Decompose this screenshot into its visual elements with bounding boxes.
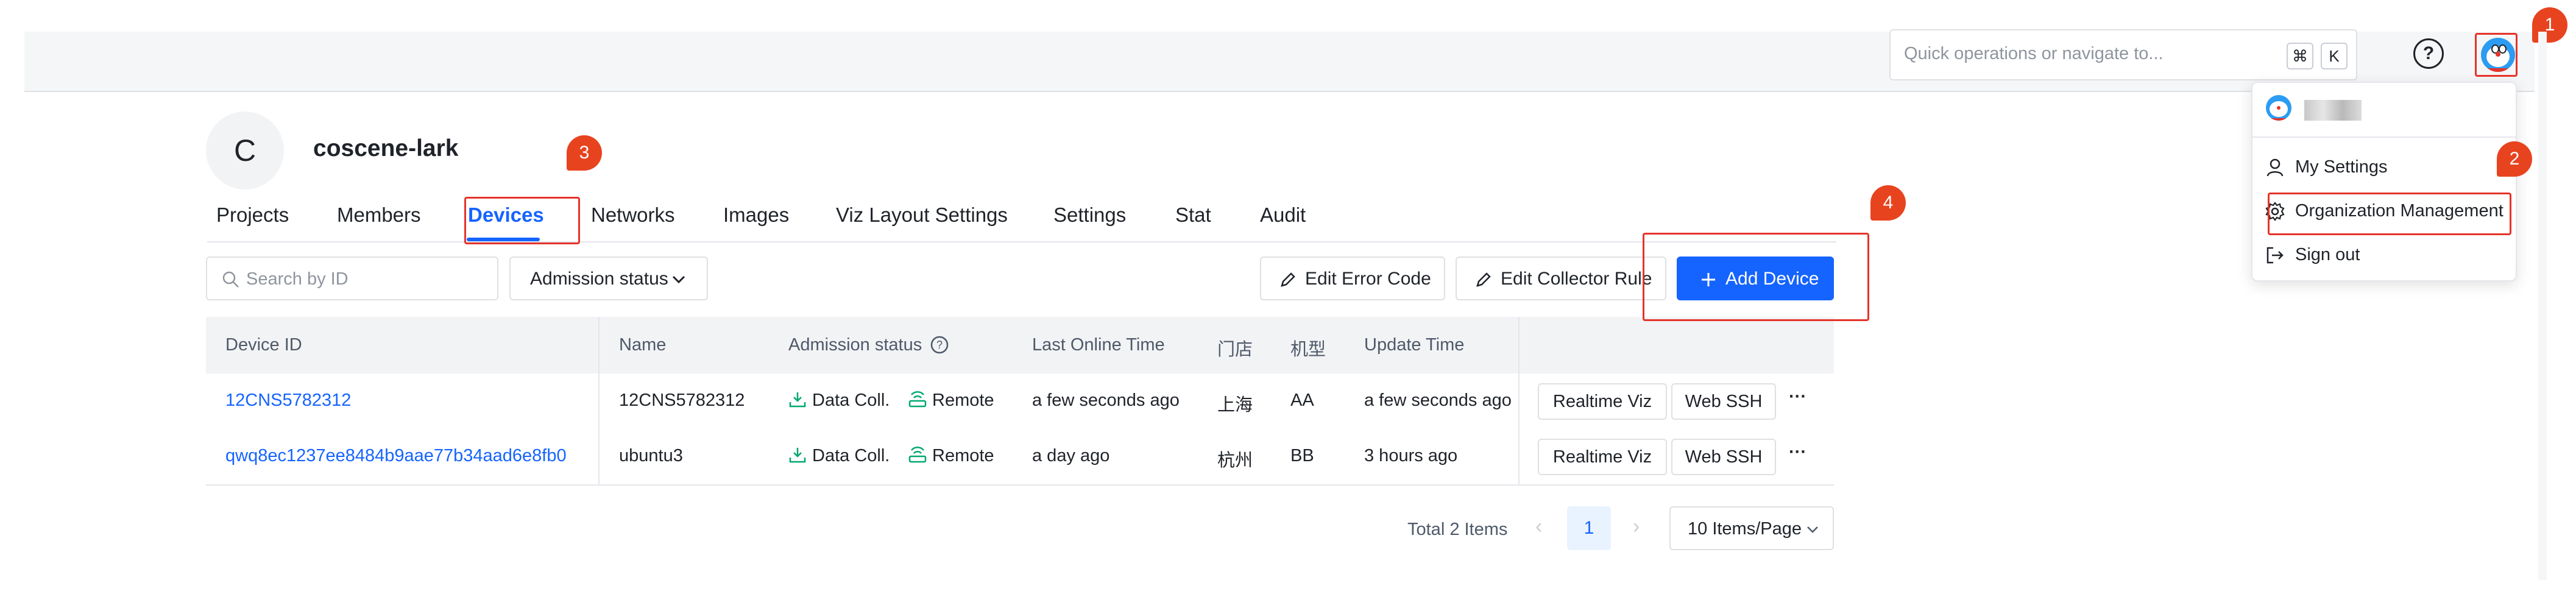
user-icon — [2266, 158, 2284, 177]
blurred-username — [2304, 100, 2362, 121]
more-options-icon[interactable]: ··· — [1789, 442, 1806, 462]
tab-viz-layout-settings[interactable]: Viz Layout Settings — [836, 203, 1008, 227]
quick-search-placeholder: Quick operations or navigate to... — [1904, 44, 2164, 63]
last-online-time: a day ago — [1032, 446, 1110, 465]
status-data-collection: Data Coll. — [812, 391, 890, 410]
data-collection-icon — [789, 392, 806, 408]
tab-audit[interactable]: Audit — [1260, 203, 1306, 227]
annotation-badge: 2 — [2497, 141, 2532, 177]
column-header-store: 门店 — [1217, 340, 1253, 359]
status-data-collection: Data Coll. — [812, 446, 890, 465]
chevron-down-icon — [1807, 526, 1818, 533]
store-value: 杭州 — [1217, 451, 1253, 470]
tab-members[interactable]: Members — [337, 203, 421, 227]
device-name: ubuntu3 — [619, 446, 683, 465]
remote-icon — [908, 391, 927, 408]
scrollbar-track — [2538, 32, 2547, 580]
search-placeholder: Search by ID — [246, 269, 349, 289]
k-key-hint: K — [2321, 43, 2348, 69]
app-page: Quick operations or navigate to... ⌘ K ?… — [0, 0, 2576, 605]
search-icon — [222, 271, 239, 288]
table-row: 12CNS5782312 12CNS5782312 Data Coll. Rem… — [206, 373, 1834, 430]
store-value: 上海 — [1217, 395, 1253, 415]
edit-icon — [1281, 272, 1295, 287]
realtime-viz-button[interactable]: Realtime Viz — [1538, 383, 1667, 420]
menu-divider — [2252, 136, 2516, 138]
remote-icon — [908, 447, 927, 463]
user-menu: My Settings Organization Management Sign… — [2251, 82, 2517, 281]
edit-collector-rule-label: Edit Collector Rule — [1501, 269, 1652, 289]
tab-images[interactable]: Images — [723, 203, 789, 227]
tab-stat[interactable]: Stat — [1175, 203, 1211, 227]
annotation-highlight-devices-tab — [464, 197, 580, 244]
page-number-button[interactable]: 1 — [1567, 506, 1611, 550]
menu-user-avatar — [2266, 95, 2291, 121]
edit-collector-rule-button[interactable]: Edit Collector Rule — [1456, 257, 1666, 300]
annotation-badge: 3 — [567, 135, 602, 171]
annotation-badge: 4 — [1870, 185, 1906, 221]
column-header-update-time: Update Time — [1364, 335, 1465, 355]
info-icon[interactable]: ? — [930, 335, 949, 355]
svg-text:?: ? — [936, 339, 943, 351]
column-separator — [598, 317, 600, 484]
realtime-viz-button[interactable]: Realtime Viz — [1538, 439, 1667, 475]
web-ssh-button[interactable]: Web SSH — [1671, 383, 1776, 420]
tabs-divider — [207, 241, 1836, 242]
admission-status-filter[interactable]: Admission status — [509, 257, 708, 300]
annotation-highlight-add-device — [1643, 233, 1869, 321]
model-value: AA — [1290, 391, 1314, 410]
tab-networks[interactable]: Networks — [591, 203, 675, 227]
last-online-time: a few seconds ago — [1032, 391, 1180, 410]
column-header-admission-status: Admission status — [788, 335, 922, 355]
menu-label-my-settings: My Settings — [2295, 157, 2388, 177]
column-header-device-id: Device ID — [225, 335, 302, 355]
tab-settings[interactable]: Settings — [1053, 203, 1126, 227]
device-search-input[interactable]: Search by ID — [206, 257, 498, 300]
annotation-highlight-avatar — [2475, 33, 2518, 77]
org-name: coscene-lark — [313, 135, 459, 161]
org-avatar: C — [206, 111, 284, 189]
menu-item-my-settings[interactable]: My Settings — [2252, 146, 2516, 189]
menu-label-sign-out: Sign out — [2295, 245, 2360, 264]
status-remote: Remote — [932, 446, 994, 465]
edit-error-code-button[interactable]: Edit Error Code — [1260, 257, 1445, 300]
quick-search-input[interactable]: Quick operations or navigate to... ⌘ K — [1889, 29, 2357, 80]
update-time: 3 hours ago — [1364, 446, 1458, 465]
more-options-icon[interactable]: ··· — [1789, 387, 1806, 407]
menu-item-sign-out[interactable]: Sign out — [2252, 234, 2516, 277]
annotation-badge: 1 — [2532, 7, 2567, 43]
column-header-last-online-time: Last Online Time — [1032, 335, 1165, 355]
page-size-select[interactable]: 10 Items/Page — [1669, 506, 1834, 550]
prev-page-button[interactable]: ‹ — [1535, 515, 1542, 539]
help-icon[interactable]: ? — [2413, 38, 2444, 69]
annotation-highlight-organization-management — [2268, 193, 2511, 235]
model-value: BB — [1290, 446, 1314, 465]
page-size-label: 10 Items/Page — [1688, 519, 1802, 539]
device-id-link[interactable]: qwq8ec1237ee8484b9aae77b34aad6e8fb0 — [225, 446, 567, 466]
edit-icon — [1476, 272, 1491, 287]
admission-filter-label: Admission status — [530, 269, 668, 289]
edit-error-code-label: Edit Error Code — [1305, 269, 1431, 289]
column-header-model: 机型 — [1290, 340, 1326, 359]
command-key-icon: ⌘ — [2287, 43, 2313, 69]
logout-icon — [2266, 247, 2284, 264]
data-collection-icon — [789, 448, 806, 463]
next-page-button[interactable]: › — [1633, 515, 1640, 539]
device-id-link[interactable]: 12CNS5782312 — [225, 391, 351, 411]
tab-projects[interactable]: Projects — [216, 203, 289, 227]
pagination-total: Total 2 Items — [1407, 520, 1508, 539]
column-header-name: Name — [619, 335, 667, 355]
update-time: a few seconds ago — [1364, 391, 1512, 410]
chevron-down-icon — [672, 275, 685, 284]
status-remote: Remote — [932, 391, 994, 410]
column-separator — [1518, 317, 1520, 484]
web-ssh-button[interactable]: Web SSH — [1671, 439, 1776, 475]
table-row: qwq8ec1237ee8484b9aae77b34aad6e8fb0 ubun… — [206, 429, 1834, 486]
device-name: 12CNS5782312 — [619, 391, 745, 410]
table-header: Device ID Name Admission status ? Last O… — [206, 317, 1834, 373]
